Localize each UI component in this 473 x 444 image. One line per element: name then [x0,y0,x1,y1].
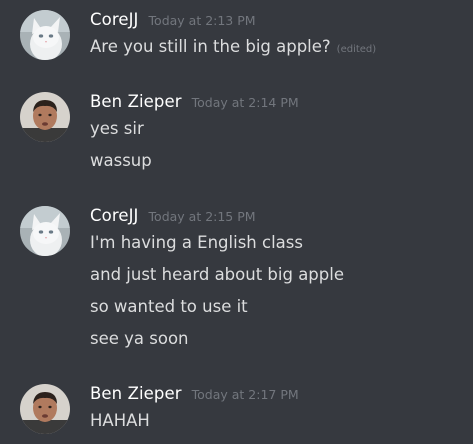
username[interactable]: Ben Zieper [90,92,182,111]
message-content: Ben Zieper Today at 2:14 PM yes sir wass… [90,92,473,182]
timestamp: Today at 2:17 PM [191,387,299,402]
message-header: Ben Zieper Today at 2:17 PM [90,384,473,410]
chat-log: CoreJJ Today at 2:13 PM Are you still in… [0,0,473,444]
edited-label: (edited) [336,44,377,55]
message-line: so wanted to use it [90,297,248,316]
username[interactable]: CoreJJ [90,206,139,225]
person-avatar-icon[interactable] [20,92,70,142]
message-content: CoreJJ Today at 2:15 PM I'm having a Eng… [90,206,473,360]
message-line: Are you still in the big apple? [90,37,331,56]
message-text: Are you still in the big apple? (edited) [90,36,473,68]
username[interactable]: CoreJJ [90,10,139,29]
timestamp: Today at 2:15 PM [148,209,256,224]
cat-avatar-icon[interactable] [20,10,70,60]
timestamp: Today at 2:14 PM [191,95,299,110]
message-line: I'm having a English class [90,233,303,252]
timestamp: Today at 2:13 PM [148,13,256,28]
message-line: see ya soon [90,329,189,348]
message-header: CoreJJ Today at 2:15 PM [90,206,473,232]
message-line: yes sir [90,119,144,138]
message-content: Ben Zieper Today at 2:17 PM HAHAH [90,384,473,442]
message-content: CoreJJ Today at 2:13 PM Are you still in… [90,10,473,68]
cat-avatar-icon[interactable] [20,206,70,256]
message-header: CoreJJ Today at 2:13 PM [90,10,473,36]
person-avatar-icon[interactable] [20,384,70,434]
message-header: Ben Zieper Today at 2:14 PM [90,92,473,118]
message-line: and just heard about big apple [90,265,344,284]
message-line: HAHAH [90,411,150,430]
message-line: wassup [90,151,152,170]
username[interactable]: Ben Zieper [90,384,182,403]
